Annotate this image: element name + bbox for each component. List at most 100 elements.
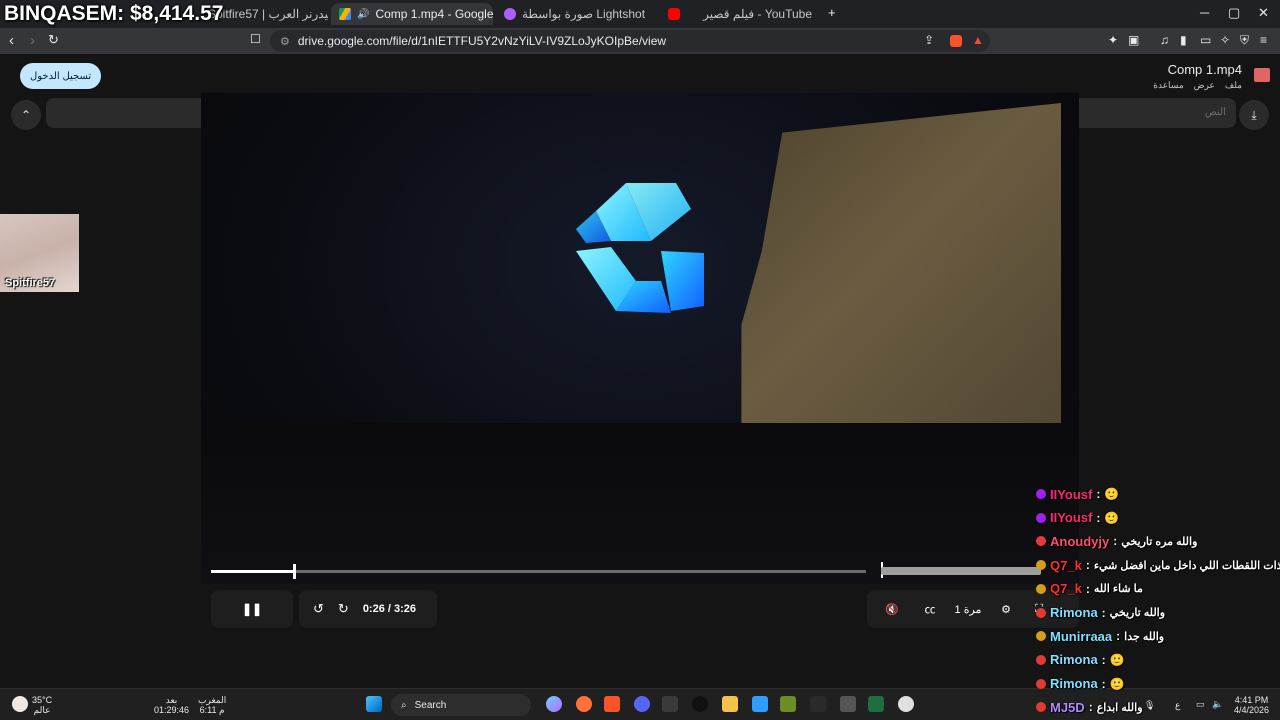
tab-google-drive[interactable]: 🔊 Comp 1.mp4 - Google Drive ✕ bbox=[331, 3, 493, 25]
excel-icon[interactable] bbox=[868, 696, 884, 712]
menu-help[interactable]: مساعدة bbox=[1153, 80, 1183, 91]
file-explorer-icon[interactable] bbox=[722, 696, 738, 712]
sign-in-button[interactable]: تسجيل الدخول bbox=[20, 63, 102, 89]
weather-icon[interactable] bbox=[12, 696, 28, 712]
chat-badge-icon bbox=[1036, 702, 1046, 713]
sidebar-icon[interactable]: ▮ bbox=[1180, 33, 1187, 47]
seek-bar[interactable] bbox=[211, 564, 866, 579]
playback-speed[interactable]: 1 مرة bbox=[943, 603, 993, 616]
time-controls: ↺ ↻ 0:26 / 3:26 bbox=[299, 590, 437, 628]
extensions-icon[interactable]: ✦ bbox=[1108, 33, 1118, 47]
play-pause-button[interactable]: ❚❚ bbox=[211, 590, 293, 628]
minimize-button[interactable]: ─ bbox=[1200, 5, 1209, 20]
mute-icon[interactable]: 🔇 bbox=[867, 603, 917, 616]
video-controls: ❚❚ ↺ ↻ 0:26 / 3:26 🔇 ㏄ 1 مرة ⚙ ⛶ bbox=[201, 556, 1079, 641]
chat-badge-icon bbox=[1036, 631, 1046, 642]
pause-icon: ❚❚ bbox=[241, 602, 263, 616]
forward-icon[interactable]: › bbox=[30, 32, 35, 49]
new-tab-button[interactable]: + bbox=[828, 5, 836, 20]
download-button[interactable]: ⤓ bbox=[1239, 100, 1269, 130]
time-display: 0:26 / 3:26 bbox=[362, 603, 417, 615]
collapse-button[interactable]: ⌃ bbox=[11, 100, 41, 130]
chat-separator: : bbox=[1116, 629, 1121, 644]
start-icon[interactable] bbox=[366, 696, 382, 712]
edge-icon[interactable] bbox=[752, 696, 768, 712]
vpn-icon[interactable]: ⛨ bbox=[1240, 33, 1249, 48]
chat-text: ما شاء الله bbox=[1093, 583, 1143, 596]
chat-emote-icon: 🙂 bbox=[1109, 676, 1125, 691]
wallet-icon[interactable]: ▭ bbox=[1200, 33, 1211, 47]
menu-icon[interactable]: ≡ bbox=[1260, 33, 1267, 47]
menu-view[interactable]: عرض bbox=[1194, 80, 1215, 91]
chat-message: Rimona: 🙂 bbox=[1036, 649, 1125, 671]
menu-file[interactable]: ملف bbox=[1225, 80, 1242, 91]
captions-icon[interactable]: ㏄ bbox=[917, 601, 943, 617]
screenshot-icon[interactable]: ▣ bbox=[1128, 33, 1139, 47]
chat-message: Q7_k: بالذات اللقطات اللي داخل ماين افضل … bbox=[1036, 554, 1280, 576]
weather-label: عالم bbox=[33, 705, 51, 715]
tab-label: Comp 1.mp4 - Google Drive bbox=[375, 7, 493, 21]
chrome-icon[interactable] bbox=[898, 696, 914, 712]
reload-icon[interactable]: ↻ bbox=[48, 32, 59, 48]
video-player[interactable] bbox=[201, 93, 1079, 584]
back-icon[interactable]: ‹ bbox=[9, 32, 14, 49]
brave-shields-icon[interactable] bbox=[950, 35, 962, 47]
firefox-icon[interactable] bbox=[576, 696, 592, 712]
prayer1-time: 01:29:46 bbox=[154, 705, 190, 715]
seek-thumb[interactable] bbox=[292, 564, 296, 579]
file-menu: ملف عرض مساعدة bbox=[1153, 80, 1242, 91]
chat-separator: : bbox=[1096, 487, 1101, 501]
chat-username: Rimona bbox=[1050, 605, 1098, 620]
forward-10-icon[interactable]: ↻ bbox=[338, 601, 349, 617]
chat-badge-icon bbox=[1036, 607, 1046, 618]
chat-separator: : bbox=[1113, 534, 1118, 549]
chat-separator: : bbox=[1085, 581, 1090, 596]
prayer2-label: المغرب bbox=[198, 695, 227, 705]
chat-separator: : bbox=[1101, 605, 1106, 620]
chat-username: IIYousf bbox=[1050, 486, 1093, 502]
search-label: Search bbox=[414, 699, 447, 711]
bookmark-icon[interactable]: ☐ bbox=[250, 32, 261, 46]
maximize-button[interactable]: ▢ bbox=[1228, 5, 1240, 21]
brave-icon[interactable] bbox=[604, 696, 620, 712]
leo-ai-icon[interactable]: ✧ bbox=[1220, 33, 1230, 47]
copilot-icon[interactable] bbox=[546, 696, 562, 712]
tab-youtube[interactable]: فيلم قصير - YouTube bbox=[660, 3, 820, 25]
screen: BINQASEM: $8,414.57 Spitfire57 | ترتيب ا… bbox=[0, 0, 1280, 720]
chat-username: MJ5D bbox=[1050, 699, 1085, 715]
prayer1-label: بعد bbox=[165, 695, 178, 705]
chat-message: Rimona: والله تاريخي bbox=[1036, 602, 1165, 624]
volume-slider[interactable] bbox=[881, 567, 1041, 575]
discord-icon[interactable] bbox=[634, 696, 650, 712]
chat-text: والله ابداع bbox=[1096, 701, 1143, 714]
rewind-10-icon[interactable]: ↺ bbox=[313, 601, 324, 617]
address-bar[interactable]: ⚙ drive.google.com/file/d/1nIETTFU5Y2vNz… bbox=[270, 30, 990, 52]
chat-badge-icon bbox=[1036, 654, 1046, 665]
brave-rewards-icon[interactable]: ▲ bbox=[972, 33, 984, 47]
chat-text: والله جدا bbox=[1124, 630, 1165, 643]
chat-separator: : bbox=[1096, 510, 1101, 525]
site-info-icon[interactable]: ⚙ bbox=[280, 35, 290, 48]
browser-toolbar: ‹ › ↻ ☐ ⚙ drive.google.com/file/d/1nIETT… bbox=[0, 28, 1280, 54]
tab-label: Spitfire57 | ترتيب السبيدرنر العرب bbox=[208, 7, 328, 21]
media-icon[interactable]: ♫ bbox=[1160, 33, 1169, 47]
taskbar-search[interactable]: ⌕ Search bbox=[391, 694, 531, 716]
chat-username: Rimona bbox=[1050, 676, 1098, 692]
chat-badge-icon bbox=[1036, 536, 1046, 547]
minecraft-icon[interactable] bbox=[780, 696, 796, 712]
tab-lightshot[interactable]: صورة بواسطة Lightshot bbox=[496, 3, 656, 25]
settings-icon[interactable]: ⚙ bbox=[993, 603, 1019, 616]
app-icon[interactable] bbox=[692, 696, 708, 712]
audio-icon: 🔊 bbox=[357, 8, 370, 20]
chat-username: Munirraaa bbox=[1050, 628, 1113, 644]
chat-badge-icon bbox=[1036, 678, 1046, 689]
app3-icon[interactable] bbox=[840, 696, 856, 712]
app2-icon[interactable] bbox=[810, 696, 826, 712]
obs-icon[interactable] bbox=[662, 696, 678, 712]
chat-message: MJ5D: والله ابداع bbox=[1036, 696, 1143, 718]
webcam-name: Spitfire57 bbox=[5, 277, 56, 289]
chat-text: بالذات اللقطات اللي داخل ماين افضل شيء bbox=[1093, 559, 1280, 572]
close-window-button[interactable]: ✕ bbox=[1258, 5, 1269, 21]
share-icon[interactable]: ⇪ bbox=[924, 33, 934, 47]
chat-emote-icon: 🙂 bbox=[1109, 652, 1125, 667]
